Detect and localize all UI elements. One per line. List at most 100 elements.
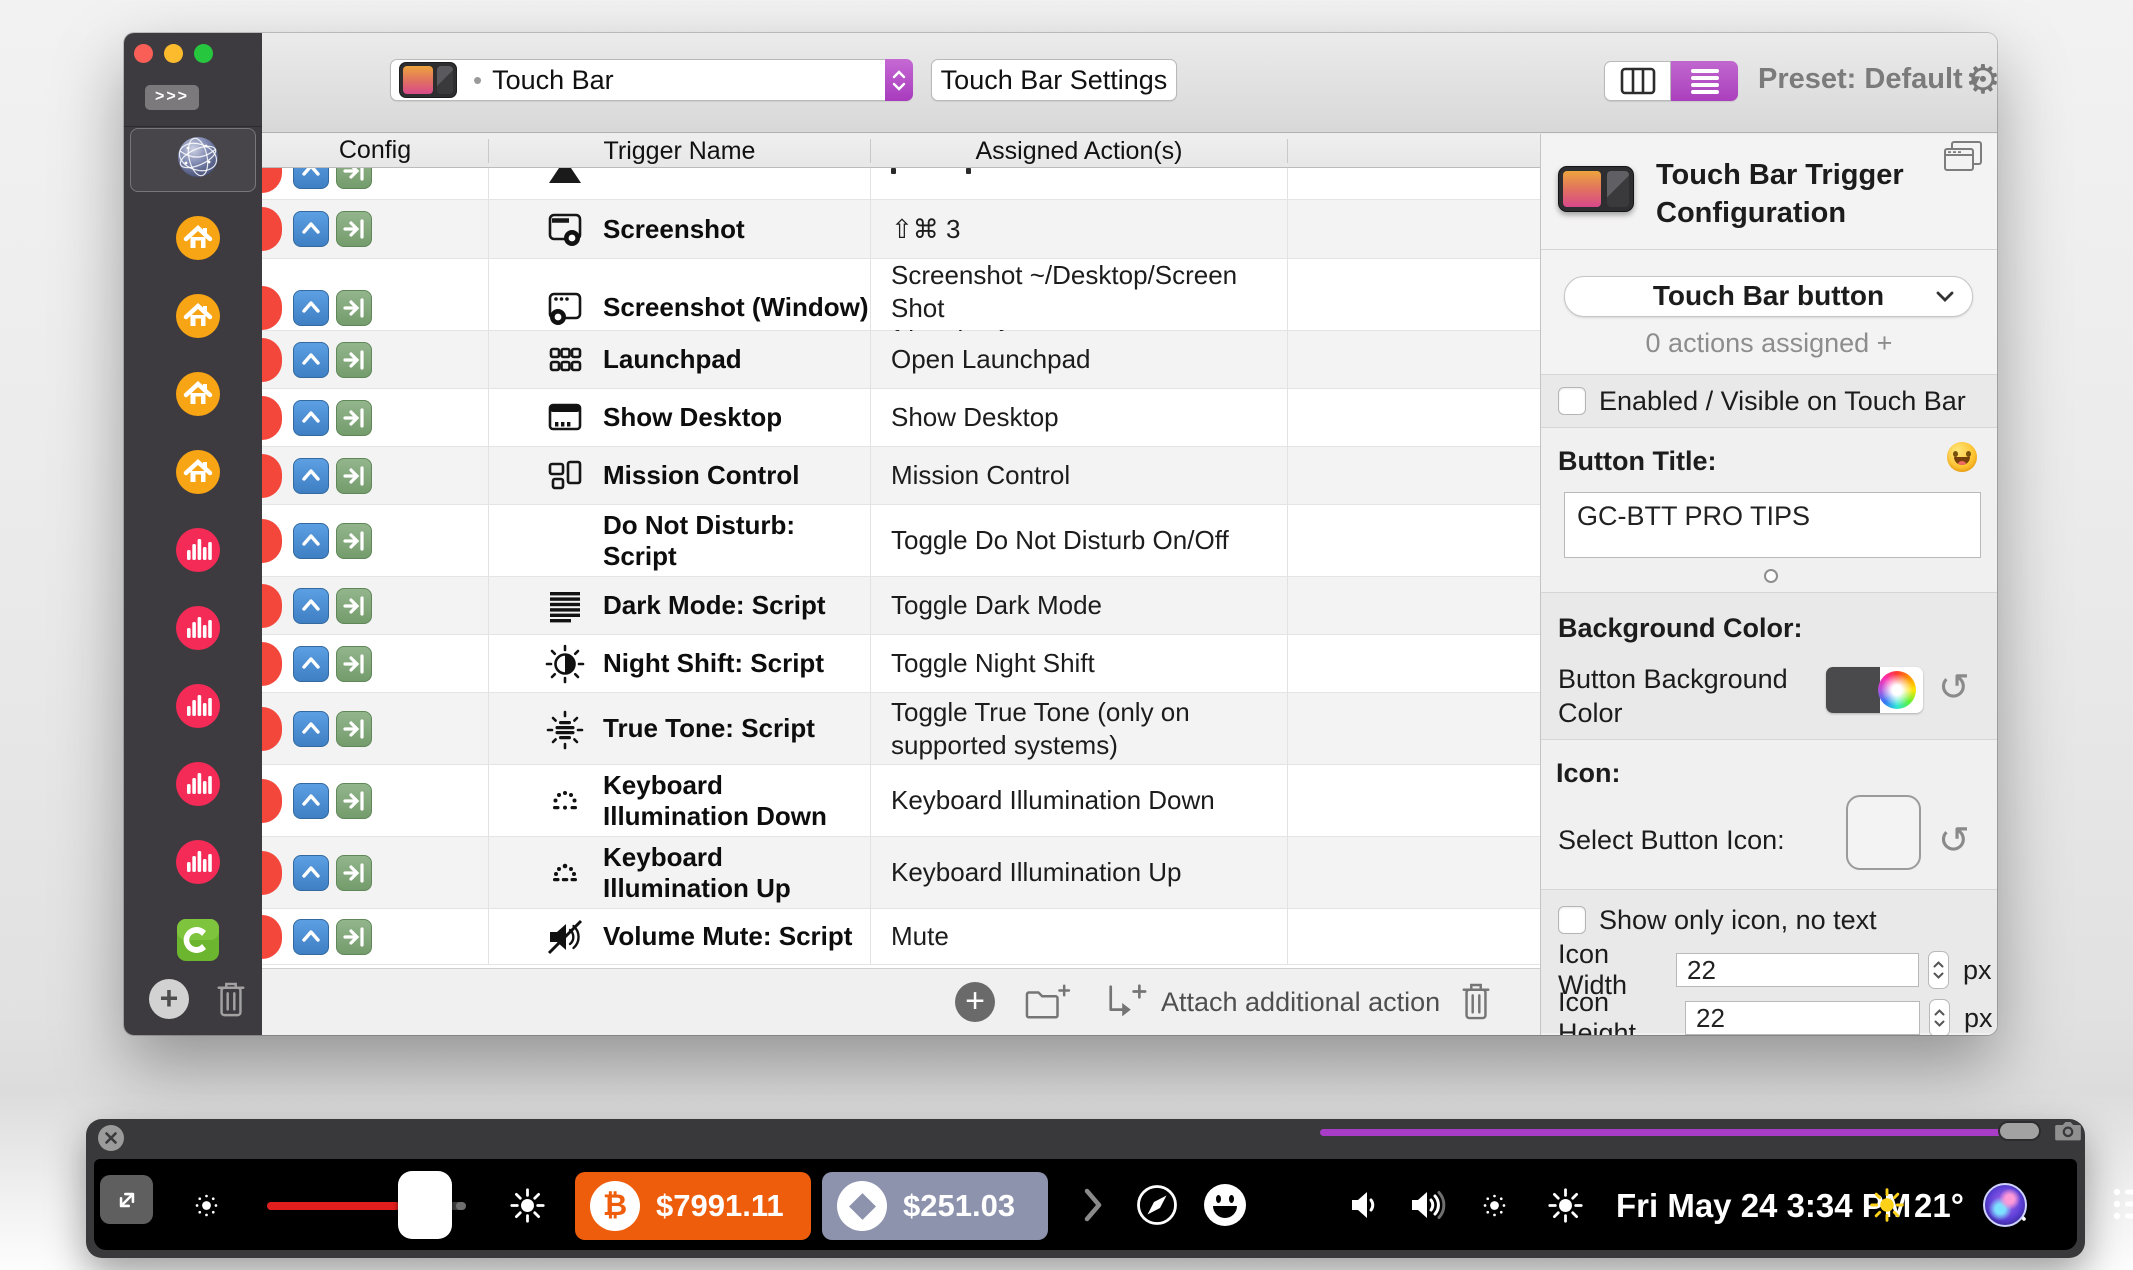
sidebar-item-bar-chart[interactable]: [174, 760, 222, 808]
emoji-smiley-icon[interactable]: [1204, 1184, 1246, 1226]
icon-well[interactable]: [1846, 795, 1921, 870]
minimize-window-button[interactable]: [164, 44, 183, 63]
sidebar-item-home[interactable]: [174, 214, 222, 262]
goto-button[interactable]: [336, 289, 372, 326]
globe-network-icon[interactable]: [175, 134, 221, 180]
bullet-list-icon[interactable]: [2112, 1185, 2133, 1223]
compass-safari-icon[interactable]: [1135, 1183, 1179, 1227]
trigger-kind-select[interactable]: Touch Bar button: [1564, 276, 1973, 317]
preset-menu[interactable]: Preset: Default ▾: [1758, 63, 1980, 96]
goto-button[interactable]: [336, 782, 372, 819]
reset-icon-icon[interactable]: ↺: [1938, 822, 1970, 860]
bitcoin-price-button[interactable]: ₿ $7991.11: [575, 1172, 811, 1240]
table-row[interactable]: Screenshot (Window) Screenshot ~/Desktop…: [262, 259, 1540, 357]
goto-button[interactable]: [336, 399, 372, 436]
table-row[interactable]: Dark Mode: Script Toggle Dark Mode: [262, 577, 1540, 635]
goto-button[interactable]: [336, 587, 372, 624]
collapse-button[interactable]: [293, 341, 329, 378]
goto-button[interactable]: [336, 168, 372, 189]
column-header-config[interactable]: Config: [262, 136, 488, 165]
icon-height-input[interactable]: [1685, 1001, 1920, 1035]
add-preset-button[interactable]: +: [149, 979, 189, 1019]
collapse-button[interactable]: [293, 289, 329, 326]
collapse-button[interactable]: [293, 211, 329, 247]
chevron-right-icon[interactable]: [1082, 1185, 1104, 1225]
sidebar-item-bar-chart[interactable]: [174, 682, 222, 730]
color-well[interactable]: [1826, 667, 1923, 713]
brightness-slider-knob[interactable]: [398, 1171, 452, 1239]
reset-color-icon[interactable]: ↺: [1938, 669, 1970, 707]
goto-button[interactable]: [336, 211, 372, 247]
table-row[interactable]: True Tone: Script Toggle True Tone (only…: [262, 693, 1540, 765]
sidebar-item-home[interactable]: [174, 448, 222, 496]
goto-button[interactable]: [336, 918, 372, 955]
table-row-partial[interactable]: [262, 168, 1540, 200]
button-title-input[interactable]: GC-BTT PRO TIPS: [1564, 492, 1981, 558]
touch-bar-settings-button[interactable]: Touch Bar Settings: [931, 59, 1177, 101]
resize-handle[interactable]: [1764, 569, 1778, 583]
sidebar-item-home[interactable]: [174, 370, 222, 418]
sidebar-overflow-button[interactable]: >>>: [145, 85, 199, 110]
collapse-button[interactable]: [293, 457, 329, 494]
trigger-type-select[interactable]: • Touch Bar: [390, 59, 913, 101]
icon-width-stepper[interactable]: [1928, 951, 1949, 989]
delete-preset-trash-icon[interactable]: [214, 980, 248, 1020]
table-row[interactable]: Launchpad Open Launchpad: [262, 331, 1540, 389]
table-row[interactable]: Night Shift: Script Toggle Night Shift: [262, 635, 1540, 693]
columns-view-button[interactable]: [1604, 61, 1671, 101]
table-row[interactable]: Volume Mute: Script Mute: [262, 909, 1540, 965]
attach-action-label[interactable]: Attach additional action: [1161, 987, 1440, 1018]
show-only-icon-checkbox[interactable]: [1558, 906, 1586, 934]
table-row[interactable]: Screenshot ⇧⌘ 3: [262, 200, 1540, 259]
select-stepper[interactable]: [885, 59, 913, 101]
column-header-assigned-actions[interactable]: Assigned Action(s): [870, 138, 1287, 163]
weather-sun-icon[interactable]: [1869, 1187, 1905, 1223]
screenshot-camera-icon[interactable]: [2054, 1119, 2082, 1143]
table-row[interactable]: Keyboard Illumination Up Keyboard Illumi…: [262, 837, 1540, 909]
clock-widget[interactable]: Fri May 24 3:34 PM: [1616, 1187, 1911, 1225]
keyboard-brightness-dim-icon[interactable]: [1481, 1192, 1508, 1219]
current-color-swatch[interactable]: [1826, 667, 1880, 713]
ethereum-price-button[interactable]: $251.03: [822, 1172, 1048, 1240]
strip-slider-knob[interactable]: [1998, 1121, 2041, 1141]
collapse-button[interactable]: [293, 399, 329, 436]
collapse-button[interactable]: [293, 918, 329, 955]
icon-width-input[interactable]: [1676, 953, 1919, 987]
collapse-button[interactable]: [293, 645, 329, 682]
collapse-button[interactable]: [293, 854, 329, 891]
attach-action-icon[interactable]: [1103, 981, 1149, 1023]
goto-button[interactable]: [336, 341, 372, 378]
table-row[interactable]: Do Not Disturb: Script Toggle Do Not Dis…: [262, 505, 1540, 577]
list-view-button[interactable]: [1671, 61, 1738, 101]
keyboard-brightness-bright-icon[interactable]: [1547, 1187, 1584, 1224]
table-row[interactable]: Mission Control Mission Control: [262, 447, 1540, 505]
emoji-picker-icon[interactable]: [1947, 442, 1977, 472]
table-row[interactable]: Keyboard Illumination Down Keyboard Illu…: [262, 765, 1540, 837]
brightness-dim-icon[interactable]: [193, 1192, 220, 1219]
expand-icon[interactable]: [100, 1175, 153, 1224]
collapse-button[interactable]: [293, 782, 329, 819]
goto-button[interactable]: [336, 854, 372, 891]
column-header-trigger-name[interactable]: Trigger Name: [488, 138, 870, 163]
goto-button[interactable]: [336, 645, 372, 682]
delete-trigger-trash-icon[interactable]: [1459, 981, 1493, 1023]
volume-down-icon[interactable]: [1344, 1184, 1386, 1226]
actions-assigned-note[interactable]: 0 actions assigned +: [1541, 328, 1997, 359]
enabled-checkbox[interactable]: [1558, 387, 1586, 415]
table-row[interactable]: Show Desktop Show Desktop: [262, 389, 1540, 447]
icon-height-stepper[interactable]: [1929, 999, 1950, 1035]
collapse-button[interactable]: [293, 522, 329, 559]
sidebar-item-bar-chart[interactable]: [174, 604, 222, 652]
strip-size-slider[interactable]: [1320, 1129, 2005, 1136]
goto-button[interactable]: [336, 522, 372, 559]
brightness-bright-icon[interactable]: [509, 1187, 546, 1224]
add-group-folder-icon[interactable]: [1023, 981, 1071, 1023]
close-icon[interactable]: [98, 1125, 124, 1151]
sidebar-item-bar-chart[interactable]: [174, 526, 222, 574]
volume-up-icon[interactable]: [1407, 1184, 1449, 1226]
sidebar-item-camtasia[interactable]: [176, 918, 220, 962]
collapse-button[interactable]: [293, 710, 329, 747]
siri-icon[interactable]: [1983, 1183, 2027, 1227]
color-wheel-icon[interactable]: [1878, 671, 1916, 709]
collapse-button[interactable]: [293, 168, 329, 189]
